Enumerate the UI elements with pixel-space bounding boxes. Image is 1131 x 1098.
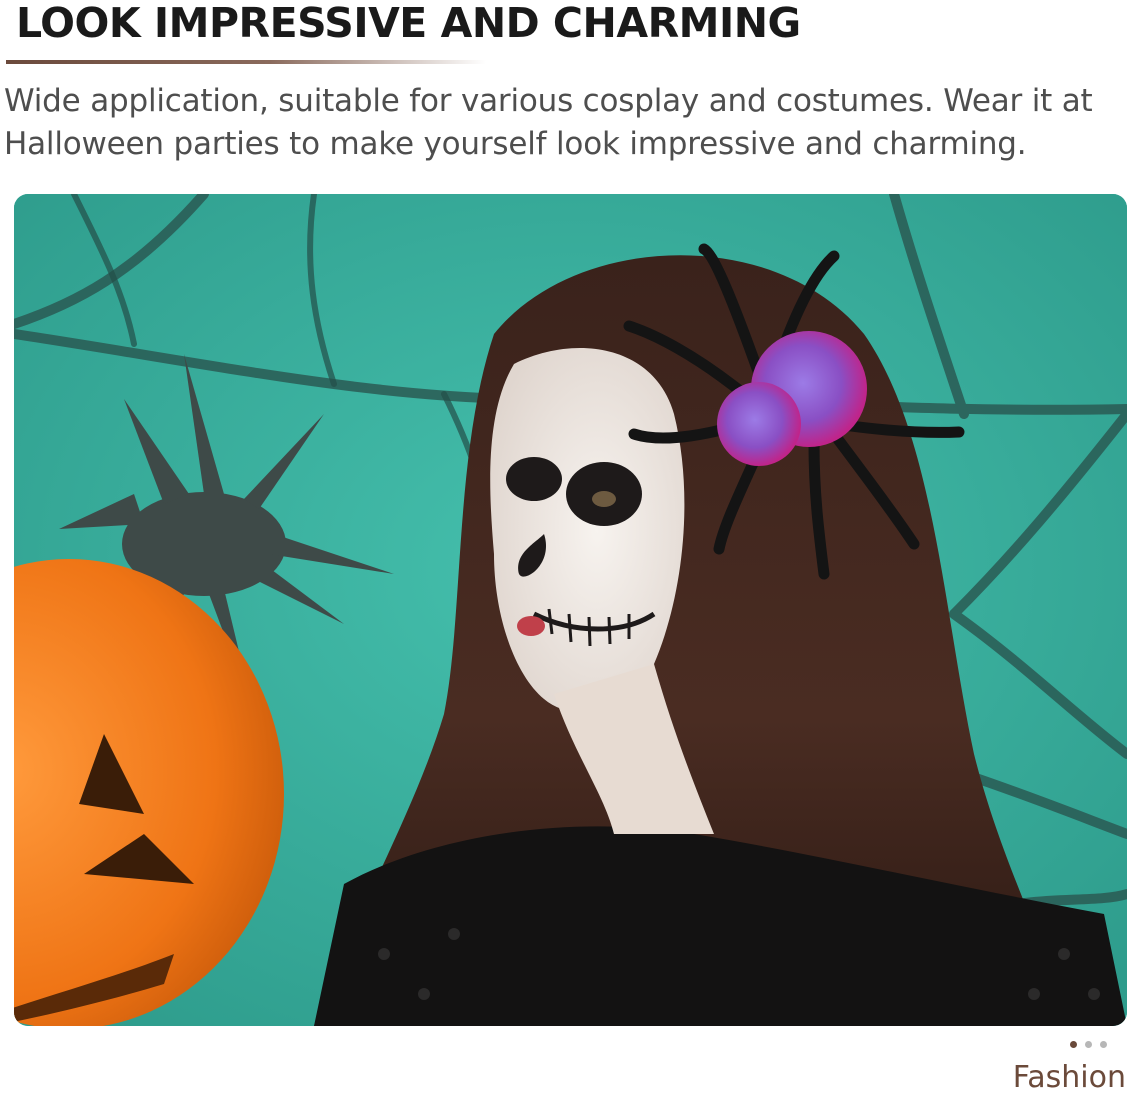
description-text: Wide application, suitable for various c… bbox=[4, 83, 1093, 162]
product-photo bbox=[14, 194, 1127, 1026]
carousel-dot[interactable] bbox=[1100, 1041, 1107, 1048]
carousel-indicator[interactable] bbox=[1070, 1041, 1107, 1048]
title-divider bbox=[6, 60, 486, 64]
category-caption: Fashion bbox=[1012, 1060, 1126, 1095]
carousel-dot-active[interactable] bbox=[1070, 1041, 1077, 1048]
carousel-dot[interactable] bbox=[1085, 1041, 1092, 1048]
headline: LOOK IMPRESSIVE AND CHARMING bbox=[16, 0, 801, 47]
